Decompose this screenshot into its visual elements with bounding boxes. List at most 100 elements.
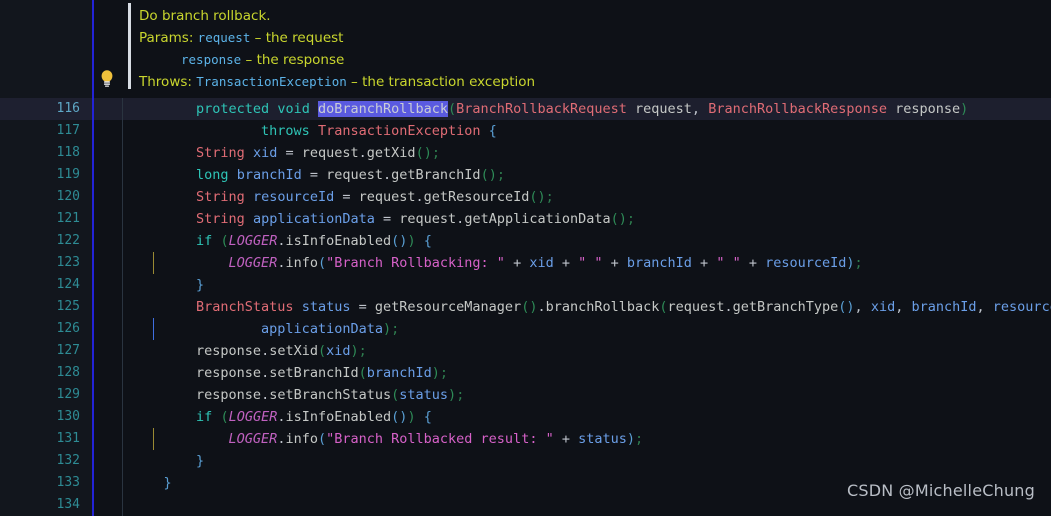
doc-param-dash-2: – bbox=[241, 52, 257, 68]
token-paren: () bbox=[415, 145, 432, 161]
code-text[interactable]: if (LOGGER.isInfoEnabled()) { bbox=[131, 406, 432, 428]
token-ident: response bbox=[196, 365, 262, 381]
token-punc: . bbox=[537, 299, 546, 315]
code-line-119[interactable]: 119 long branchId = request.getBranchId(… bbox=[0, 164, 1051, 186]
code-line-120[interactable]: 120 String resourceId = request.getResou… bbox=[0, 186, 1051, 208]
doc-param-desc-request: the request bbox=[265, 30, 344, 46]
code-text[interactable]: } bbox=[131, 472, 172, 494]
token-punc: + bbox=[602, 255, 627, 271]
token-kw: protected bbox=[196, 101, 270, 117]
token-type: String bbox=[196, 145, 245, 161]
editor-left-border bbox=[92, 252, 94, 274]
code-text[interactable]: throws TransactionException { bbox=[131, 120, 497, 142]
editor-left-border bbox=[92, 472, 94, 494]
code-text[interactable]: LOGGER.info("Branch Rollbacked result: "… bbox=[131, 428, 644, 450]
token-ident bbox=[131, 189, 196, 205]
line-number: 128 bbox=[56, 365, 80, 380]
token-punc: . bbox=[261, 387, 270, 403]
code-text[interactable]: long branchId = request.getBranchId(); bbox=[131, 164, 505, 186]
code-line-127[interactable]: 127 response.setXid(xid); bbox=[0, 340, 1051, 362]
code-text[interactable]: String resourceId = request.getResourceI… bbox=[131, 186, 554, 208]
token-ident bbox=[131, 409, 196, 425]
line-number: 122 bbox=[56, 233, 80, 248]
code-line-123[interactable]: 123 LOGGER.info("Branch Rollbacking: " +… bbox=[0, 252, 1051, 274]
code-lines-container[interactable]: 116 protected void doBranchRollback(Bran… bbox=[0, 98, 1051, 516]
token-paren: ( bbox=[659, 299, 668, 315]
token-ident bbox=[700, 101, 708, 117]
token-ident bbox=[863, 299, 871, 315]
editor-left-border bbox=[92, 186, 94, 208]
token-ident bbox=[131, 233, 196, 249]
code-text[interactable]: if (LOGGER.isInfoEnabled()) { bbox=[131, 230, 432, 252]
code-line-121[interactable]: 121 String applicationData = request.get… bbox=[0, 208, 1051, 230]
code-text[interactable]: LOGGER.info("Branch Rollbacking: " + xid… bbox=[131, 252, 863, 274]
token-ident bbox=[131, 453, 196, 469]
token-ident: getXid bbox=[366, 145, 416, 161]
code-line-131[interactable]: 131 LOGGER.info("Branch Rollbacked resul… bbox=[0, 428, 1051, 450]
fold-gutter-divider bbox=[122, 318, 123, 340]
code-line-132[interactable]: 132 } bbox=[0, 450, 1051, 472]
token-ident: isInfoEnabled bbox=[285, 233, 392, 249]
code-text[interactable]: applicationData); bbox=[131, 318, 399, 340]
code-text[interactable]: response.setBranchStatus(status); bbox=[131, 384, 464, 406]
line-number: 118 bbox=[56, 145, 80, 160]
fold-gutter-divider bbox=[122, 252, 123, 274]
fold-gutter-divider bbox=[122, 384, 123, 406]
doc-params-label: Params: bbox=[139, 30, 194, 46]
doc-params-line-1: Params: request – the request bbox=[139, 27, 1029, 49]
line-number: 120 bbox=[56, 189, 80, 204]
code-line-125[interactable]: 125 BranchStatus status = getResourceMan… bbox=[0, 296, 1051, 318]
code-text[interactable]: response.setXid(xid); bbox=[131, 340, 367, 362]
token-semi: ; bbox=[456, 387, 465, 403]
code-text[interactable]: String xid = request.getXid(); bbox=[131, 142, 440, 164]
token-ident bbox=[481, 123, 489, 139]
token-paren: () bbox=[480, 167, 497, 183]
token-ident bbox=[310, 123, 318, 139]
code-line-124[interactable]: 124 } bbox=[0, 274, 1051, 296]
doc-throws-type: TransactionException bbox=[196, 74, 347, 89]
fold-gutter-divider bbox=[122, 450, 123, 472]
code-text[interactable]: response.setBranchId(branchId); bbox=[131, 362, 448, 384]
code-line-130[interactable]: 130 if (LOGGER.isInfoEnabled()) { bbox=[0, 406, 1051, 428]
editor-left-border bbox=[92, 230, 94, 252]
token-punc: . bbox=[415, 189, 424, 205]
token-paren: ) bbox=[960, 101, 969, 117]
token-ident: response bbox=[196, 387, 262, 403]
token-var: status bbox=[399, 387, 449, 403]
token-ident bbox=[416, 233, 424, 249]
code-line-117[interactable]: 117 throws TransactionException { bbox=[0, 120, 1051, 142]
code-line-128[interactable]: 128 response.setBranchId(branchId); bbox=[0, 362, 1051, 384]
code-text[interactable]: String applicationData = request.getAppl… bbox=[131, 208, 635, 230]
line-number: 123 bbox=[56, 255, 80, 270]
token-semi: ; bbox=[496, 167, 505, 183]
token-paren: ) bbox=[431, 365, 440, 381]
token-logger: LOGGER bbox=[228, 233, 278, 249]
token-str: " " bbox=[716, 255, 741, 271]
token-logger: LOGGER bbox=[228, 255, 278, 271]
code-line-129[interactable]: 129 response.setBranchStatus(status); bbox=[0, 384, 1051, 406]
token-var: resourceId bbox=[992, 299, 1051, 315]
token-var: resourceId bbox=[765, 255, 847, 271]
code-line-118[interactable]: 118 String xid = request.getXid(); bbox=[0, 142, 1051, 164]
editor-left-border bbox=[92, 274, 94, 296]
token-var: xid bbox=[252, 145, 278, 161]
doc-summary: Do branch rollback. bbox=[139, 8, 271, 24]
editor-left-border bbox=[92, 362, 94, 384]
token-ident: request bbox=[301, 145, 359, 161]
code-text[interactable]: } bbox=[131, 274, 204, 296]
code-line-122[interactable]: 122 if (LOGGER.isInfoEnabled()) { bbox=[0, 230, 1051, 252]
fold-gutter-divider bbox=[122, 120, 123, 142]
token-paren: ( bbox=[220, 233, 229, 249]
lightbulb-icon[interactable] bbox=[99, 69, 115, 87]
code-text[interactable]: } bbox=[131, 450, 204, 472]
token-paren: () bbox=[529, 189, 546, 205]
line-number: 124 bbox=[56, 277, 80, 292]
code-line-126[interactable]: 126 applicationData); bbox=[0, 318, 1051, 340]
token-brace: } bbox=[163, 475, 172, 491]
token-brace: () bbox=[391, 233, 408, 249]
token-var: xid bbox=[870, 299, 896, 315]
code-line-116[interactable]: 116 protected void doBranchRollback(Bran… bbox=[0, 98, 1051, 120]
editor-left-border bbox=[92, 164, 94, 186]
code-text[interactable]: protected void doBranchRollback(BranchRo… bbox=[131, 98, 968, 120]
code-text[interactable]: BranchStatus status = getResourceManager… bbox=[131, 296, 1051, 318]
